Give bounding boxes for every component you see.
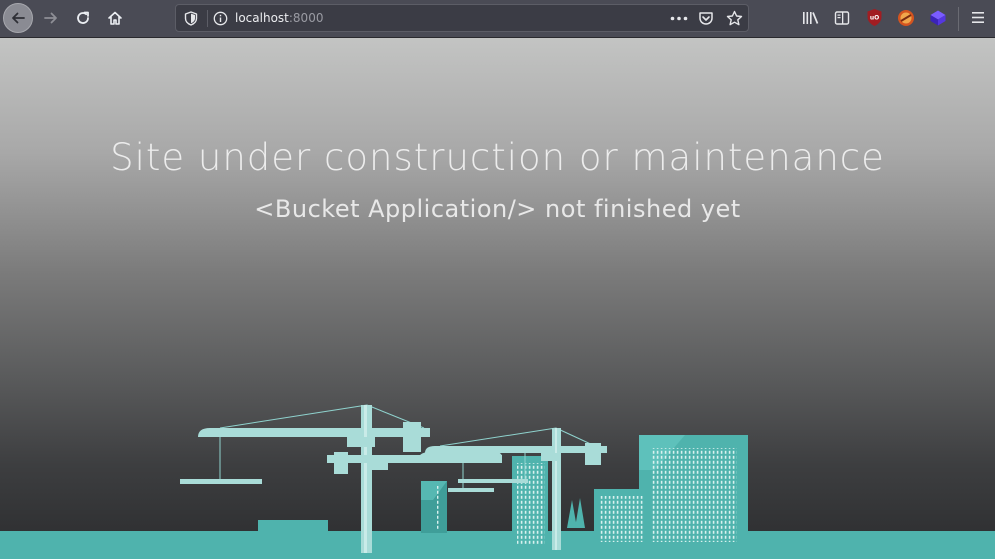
site-info-icon[interactable] <box>213 11 228 26</box>
building-large <box>639 435 748 545</box>
back-arrow-icon <box>12 12 25 24</box>
crane-middle <box>327 451 502 492</box>
page-actions-menu-icon[interactable] <box>670 16 688 21</box>
low-block <box>258 520 328 532</box>
url-separator <box>207 10 208 27</box>
pocket-icon[interactable] <box>698 11 714 26</box>
extension-cube-icon[interactable] <box>929 9 947 27</box>
home-icon <box>108 11 122 25</box>
building-tower <box>512 456 548 548</box>
tracking-shield-icon[interactable] <box>184 11 198 26</box>
forward-arrow-icon <box>44 12 57 24</box>
reload-button[interactable] <box>69 4 97 32</box>
url-bar[interactable]: localhost:8000 <box>175 4 749 32</box>
ground <box>0 531 995 559</box>
svg-text:uO: uO <box>870 15 879 22</box>
forward-button[interactable] <box>37 4 65 32</box>
building-narrow <box>421 481 447 533</box>
trees <box>567 498 585 528</box>
construction-illustration <box>0 404 995 559</box>
browser-toolbar: localhost:8000 uO <box>0 0 995 38</box>
building-small <box>594 489 650 545</box>
url-port: :8000 <box>288 11 324 25</box>
reload-icon <box>77 11 89 24</box>
back-button[interactable] <box>3 3 33 33</box>
bookmark-star-icon[interactable] <box>726 10 743 27</box>
extension-icon[interactable] <box>897 9 915 27</box>
page-content: Site under construction or maintenance <… <box>0 38 995 559</box>
ublock-origin-icon[interactable]: uO <box>866 8 883 27</box>
toolbar-divider <box>958 7 959 31</box>
hamburger-menu-icon[interactable] <box>971 11 985 24</box>
sidebar-icon[interactable] <box>834 10 850 26</box>
home-button[interactable] <box>101 4 129 32</box>
library-icon[interactable] <box>802 10 819 26</box>
url-text[interactable]: localhost:8000 <box>235 11 323 25</box>
url-host: localhost <box>235 11 289 25</box>
browser-window: localhost:8000 uO Site under constructio… <box>0 0 995 559</box>
